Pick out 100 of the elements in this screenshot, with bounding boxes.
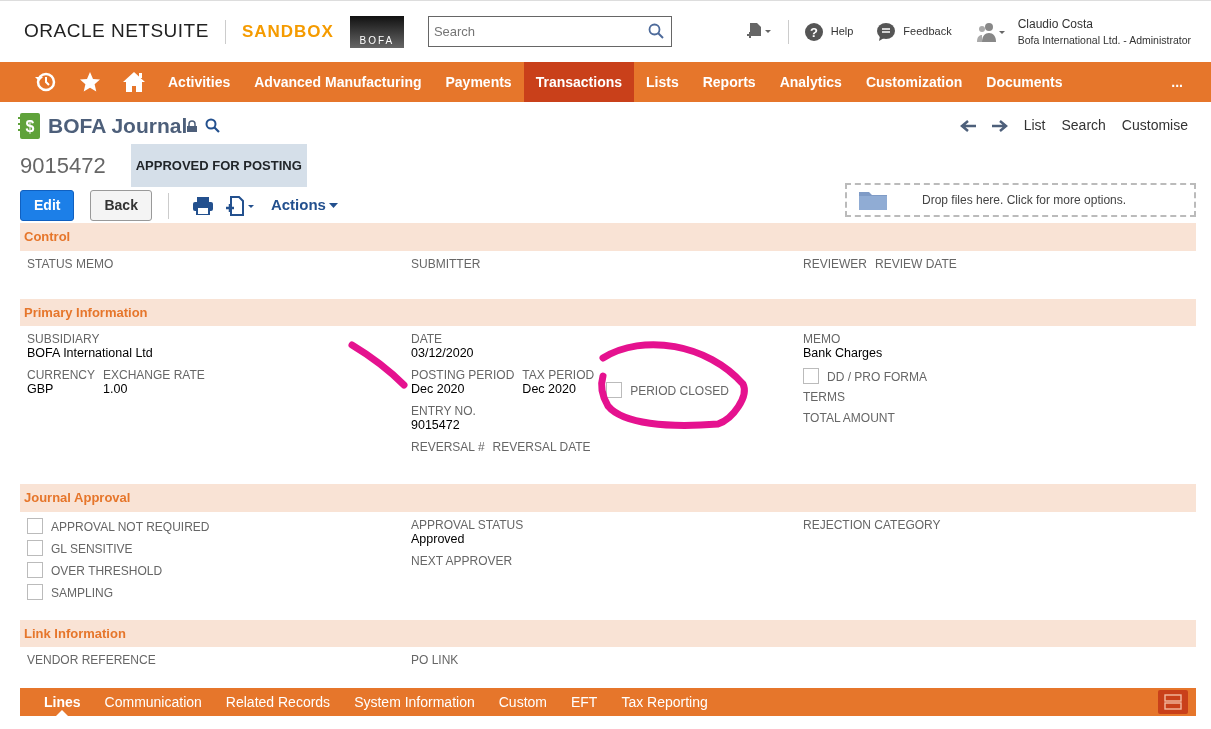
field-value: Approved (411, 531, 466, 547)
history-icon[interactable] (35, 71, 57, 93)
help-link[interactable]: Help (830, 23, 854, 40)
field-label: MEMO (803, 332, 842, 346)
nav-tab[interactable]: Documents (974, 62, 1075, 102)
header-link[interactable]: List (1023, 115, 1046, 137)
ledger-icon: $ (18, 112, 40, 139)
field-label: REVERSAL DATE (492, 440, 591, 454)
caret-icon (328, 202, 338, 209)
nav-tab[interactable]: Customization (853, 62, 975, 102)
file-drop-zone[interactable]: Drop files here. Click for more options. (845, 182, 1196, 217)
checkbox[interactable] (803, 368, 819, 384)
search-icon[interactable] (647, 23, 664, 39)
edit-button[interactable]: Edit (20, 190, 75, 221)
folder-icon (859, 189, 887, 210)
back-button[interactable]: Back (90, 190, 152, 221)
checkbox[interactable] (27, 539, 43, 556)
field-value: Dec 2020 (411, 382, 466, 397)
environment-label: SANDBOX (241, 20, 334, 43)
checkbox[interactable] (606, 382, 623, 398)
field-label: VENDOR REFERENCE (27, 653, 157, 667)
actions-menu[interactable]: Actions (270, 194, 326, 217)
field-label: SUBMITTER (411, 256, 482, 271)
field-label: REVIEWER (803, 256, 867, 271)
print-icon[interactable] (192, 196, 213, 215)
checkbox[interactable] (27, 561, 43, 578)
subtab[interactable]: Communication (92, 688, 214, 716)
field-label: REVERSAL # (411, 440, 485, 454)
field-label: EXCHANGE RATE (103, 368, 205, 382)
field-label: TERMS (803, 390, 846, 404)
field-value: BOFA International Ltd (27, 346, 154, 361)
nav-tab[interactable]: Advanced Manufacturing (242, 62, 434, 102)
field-label: NEXT APPROVER (411, 553, 514, 568)
subtab[interactable]: Related Records (213, 688, 343, 716)
field-value: 9015472 (411, 418, 461, 433)
status-badge: APPROVED FOR POSTING (130, 143, 307, 187)
header-link[interactable]: Customise (1121, 115, 1188, 137)
checkbox[interactable] (27, 517, 43, 534)
add-document-icon[interactable] (224, 195, 255, 216)
brand-logo: ORACLE NETSUITE (24, 19, 209, 44)
subtab[interactable]: System Information (342, 688, 487, 716)
field-value: GBP (27, 382, 55, 397)
field-label: DATE (411, 332, 444, 346)
nav-tab[interactable]: Payments (433, 62, 524, 102)
field-value: Dec 2020 (522, 382, 577, 397)
drop-zone-text: Drop files here. Click for more options. (922, 191, 1127, 209)
user-role: Bofa International Ltd. - Administrator (1017, 32, 1191, 48)
field-label: ENTRY NO. (411, 404, 477, 418)
subtab[interactable]: Tax Reporting (609, 688, 720, 716)
field-value: Bank Charges (803, 346, 884, 361)
header-link[interactable]: Search (1061, 115, 1106, 137)
checkbox-label: PERIOD CLOSED (630, 384, 729, 398)
feedback-link[interactable]: Feedback (903, 23, 952, 40)
section-header[interactable]: Primary Information (20, 298, 1196, 326)
field-value: 1.00 (103, 382, 129, 397)
checkbox-label: DD / PRO FORMA (827, 370, 927, 384)
record-title: BOFA Journal (48, 113, 188, 139)
user-name[interactable]: Claudio Costa (1017, 14, 1191, 33)
field-label: REVIEW DATE (875, 256, 957, 271)
feedback-icon[interactable] (877, 22, 896, 41)
lock-icon (187, 119, 198, 132)
field-label: APPROVAL STATUS (411, 517, 525, 532)
forward-arrow-icon[interactable] (991, 118, 1008, 133)
search-icon[interactable] (205, 117, 222, 134)
checkbox-label: APPROVAL NOT REQUIRED (51, 519, 210, 534)
nav-tab[interactable]: Reports (690, 62, 768, 102)
more-menu[interactable]: ... (1159, 62, 1195, 102)
nav-tab[interactable]: Transactions (523, 62, 635, 102)
nav-tab[interactable]: Activities (156, 62, 243, 102)
field-label: PO LINK (411, 653, 460, 667)
search-field[interactable]: Search (427, 16, 672, 47)
star-icon[interactable] (79, 71, 101, 93)
section-header[interactable]: Link Information (20, 619, 1196, 647)
field-label: REJECTION CATEGORY (803, 517, 942, 532)
checkbox[interactable] (27, 583, 43, 600)
rows-icon (1164, 694, 1182, 710)
nav-tab[interactable]: Lists (634, 62, 691, 102)
user-icon[interactable] (975, 21, 1006, 42)
subtab[interactable]: Lines (32, 688, 93, 716)
field-label: POSTING PERIOD (411, 368, 515, 382)
section-header[interactable]: Journal Approval (20, 484, 1196, 512)
field-label: TAX PERIOD (522, 368, 595, 382)
record-number: 9015472 (20, 151, 106, 180)
nav-tab[interactable]: Analytics (767, 62, 854, 102)
checkbox-label: SAMPLING (51, 585, 113, 600)
field-label: SUBSIDIARY (27, 332, 101, 346)
checkbox-label: GL SENSITIVE (51, 541, 133, 556)
field-label: CURRENCY (27, 368, 95, 382)
field-label: TOTAL AMOUNT (803, 411, 896, 425)
field-label: STATUS MEMO (27, 256, 115, 271)
checkbox-label: OVER THRESHOLD (51, 563, 163, 578)
help-icon[interactable]: ? (804, 22, 823, 41)
company-logo: BOFA (349, 15, 404, 48)
layout-toggle-button[interactable] (1158, 690, 1188, 714)
subtab[interactable]: EFT (558, 688, 610, 716)
subtab[interactable]: Custom (486, 688, 559, 716)
section-header[interactable]: Control (20, 223, 1196, 251)
home-icon[interactable] (123, 71, 145, 93)
back-arrow-icon[interactable] (959, 118, 976, 133)
field-value: 03/12/2020 (411, 346, 475, 361)
